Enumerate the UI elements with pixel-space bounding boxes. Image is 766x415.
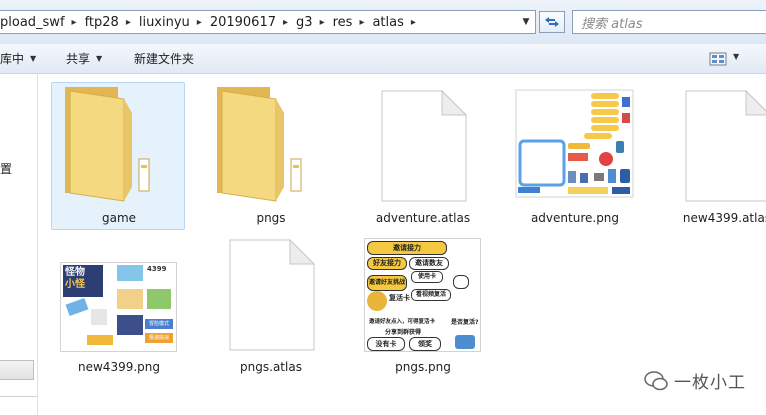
file-item-image[interactable]: 怪物 小怪 4399 冒险模式 极速挑战 new4399.png [51, 231, 185, 379]
refresh-button[interactable] [539, 11, 565, 33]
file-item-document[interactable]: pngs.atlas [203, 231, 337, 379]
chevron-down-icon: ▼ [96, 54, 103, 63]
breadcrumb-item[interactable]: pload_swf ▸ [0, 15, 81, 30]
document-icon [381, 89, 468, 202]
file-item-image[interactable]: adventure.png [507, 82, 641, 230]
heart-icon [453, 275, 469, 289]
image-thumbnail: 邀请接力 好友接力 邀请数友 邀请好友挑战 使用卡 看视频复活 复活卡 邀请好友… [364, 238, 481, 352]
breadcrumb-separator[interactable]: ▸ [355, 17, 368, 28]
address-bar[interactable]: pload_swf ▸ ftp28 ▸ liuxinyu ▸ 20190617 ▸ g3… [0, 10, 536, 34]
share-button[interactable]: 共享 ▼ [66, 44, 102, 73]
thumb-scene [147, 289, 171, 309]
thumb-scene [117, 265, 143, 281]
game-title: 怪物 小怪 [65, 267, 85, 290]
file-item-document[interactable]: adventure.atlas [355, 82, 489, 230]
document-icon [229, 238, 316, 351]
thumb-shape [91, 309, 107, 325]
folder-icon [217, 87, 302, 202]
file-name: pngs.atlas [240, 360, 302, 374]
file-item-folder[interactable]: pngs [203, 82, 337, 230]
nav-item-label[interactable]: 置 [0, 160, 12, 177]
include-in-library-button[interactable]: 库中 ▼ [0, 44, 36, 73]
breadcrumb-item[interactable]: 20190617 ▸ [206, 15, 292, 30]
view-icon [709, 52, 727, 66]
address-bar-region: pload_swf ▸ ftp28 ▸ liuxinyu ▸ 20190617 ▸ g3… [0, 0, 766, 44]
chevron-down-icon[interactable]: ▼ [733, 52, 739, 61]
file-name: adventure.png [530, 211, 620, 225]
thumb-scene [117, 315, 143, 335]
breadcrumb-separator[interactable]: ▸ [407, 17, 420, 28]
breadcrumb-item[interactable]: atlas ▸ [368, 15, 419, 30]
new-folder-button[interactable]: 新建文件夹 [134, 44, 194, 73]
thumb-shape [65, 297, 89, 317]
command-bar: 库中 ▼ 共享 ▼ 新建文件夹 ▼ [0, 44, 766, 74]
file-name: game [101, 211, 137, 225]
watermark: 一枚小工 [644, 368, 746, 393]
chevron-down-icon: ▼ [30, 54, 37, 63]
refresh-icon [545, 17, 559, 27]
breadcrumb-separator[interactable]: ▸ [122, 17, 135, 28]
file-name: adventure.atlas [375, 211, 471, 225]
folder-icon [65, 87, 150, 202]
thumb-shape [87, 335, 113, 345]
breadcrumb-separator[interactable]: ▸ [316, 17, 329, 28]
file-name: new4399.atlas [682, 211, 766, 225]
breadcrumb-item[interactable]: liuxinyu ▸ [135, 15, 206, 30]
breadcrumb-item[interactable]: ftp28 ▸ [81, 15, 135, 30]
file-name: new4399.png [78, 360, 160, 374]
change-view-button[interactable] [706, 49, 730, 69]
breadcrumb-separator[interactable]: ▸ [68, 17, 81, 28]
breadcrumb-item[interactable]: res ▸ [329, 15, 369, 30]
file-item-image[interactable]: 邀请接力 好友接力 邀请数友 邀请好友挑战 使用卡 看视频复活 复活卡 邀请好友… [355, 231, 489, 379]
file-name: pngs.png [395, 360, 451, 374]
horizontal-scrollbar[interactable] [0, 360, 34, 380]
address-history-dropdown-icon[interactable]: ▼ [518, 12, 534, 32]
navigation-pane: 置 [0, 74, 38, 415]
image-thumbnail-icon [515, 89, 634, 198]
card-badge-icon [367, 291, 387, 311]
wechat-icon [644, 370, 668, 390]
thumb-scene [117, 289, 143, 309]
file-name: pngs [256, 211, 286, 225]
file-item-folder[interactable]: game [51, 82, 185, 230]
document-icon [685, 89, 766, 202]
image-thumbnail: 怪物 小怪 4399 冒险模式 极速挑战 [60, 262, 177, 352]
divider [0, 396, 37, 397]
breadcrumb-separator[interactable]: ▸ [279, 17, 292, 28]
share-icon [455, 335, 475, 349]
file-item-document[interactable]: new4399.atlas [659, 82, 766, 230]
breadcrumb-item[interactable]: g3 ▸ [292, 15, 329, 30]
breadcrumb-separator[interactable]: ▸ [193, 17, 206, 28]
search-input[interactable]: 搜索 atlas [572, 10, 766, 34]
